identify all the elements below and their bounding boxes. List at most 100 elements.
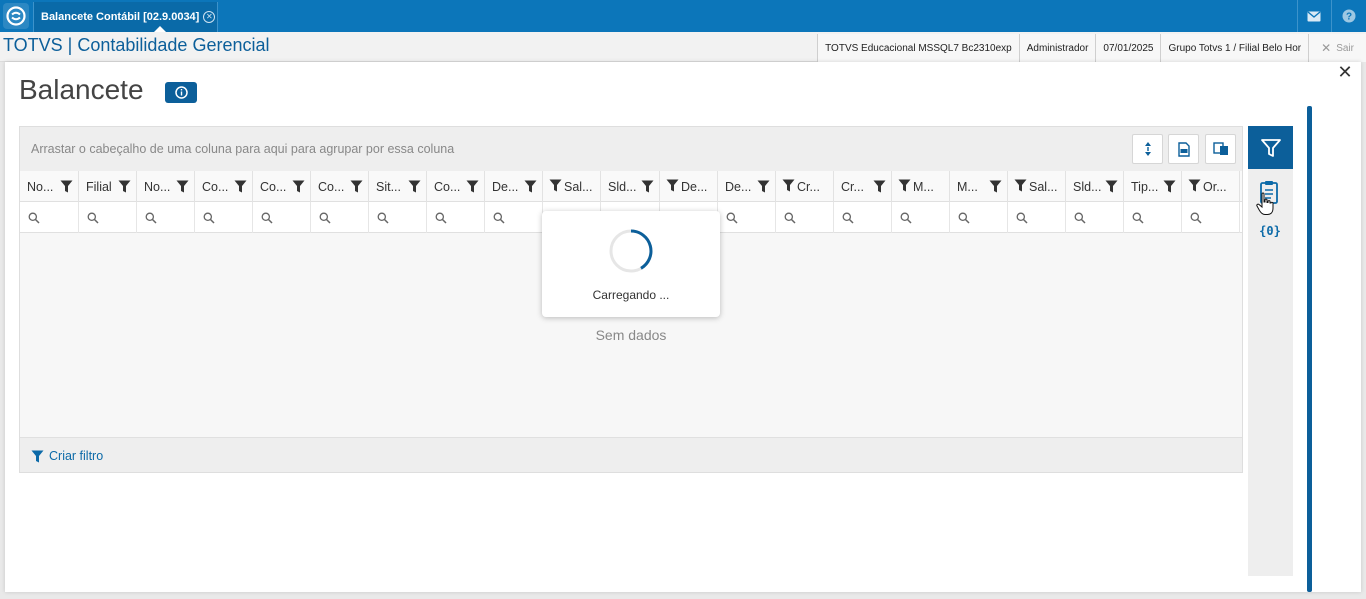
column-header[interactable]: Filial	[79, 171, 137, 202]
expand-rows-button[interactable]	[1132, 134, 1163, 164]
column-header[interactable]: Co...	[311, 171, 369, 202]
column-search-cell[interactable]	[1066, 202, 1124, 233]
column-header[interactable]: Sal...	[543, 171, 601, 202]
column-header-label: Sit...	[376, 179, 402, 194]
column-filter-icon[interactable]	[524, 180, 537, 196]
date-label[interactable]: 07/01/2025	[1095, 34, 1161, 62]
column-header[interactable]: No...	[20, 171, 79, 202]
create-filter-link[interactable]: Criar filtro	[31, 449, 103, 463]
column-header-label: No...	[27, 179, 54, 194]
filter-icon	[1260, 138, 1281, 157]
side-filter-button[interactable]	[1248, 126, 1293, 169]
column-header[interactable]: Sal...	[1008, 171, 1066, 202]
column-filter-icon[interactable]	[549, 179, 562, 195]
column-filter-icon[interactable]	[782, 179, 795, 195]
column-filter-icon[interactable]	[408, 180, 421, 196]
column-header-label: No...	[144, 179, 171, 194]
column-header[interactable]: M...	[892, 171, 950, 202]
column-search-cell[interactable]	[427, 202, 485, 233]
column-search-cell[interactable]	[1008, 202, 1066, 233]
export-button[interactable]	[1168, 134, 1199, 164]
column-search-cell[interactable]	[718, 202, 776, 233]
column-filter-icon[interactable]	[466, 180, 479, 196]
database-label[interactable]: TOTVS Educacional MSSQL7 Bc2310exp	[817, 34, 1019, 62]
tab-close-icon[interactable]: ✕	[203, 11, 216, 23]
column-header-label: Or...	[1203, 179, 1227, 194]
column-search-cell[interactable]	[1182, 202, 1240, 233]
column-filter-icon[interactable]	[1188, 179, 1201, 195]
column-filter-icon[interactable]	[118, 180, 131, 196]
loading-text: Carregando ...	[592, 288, 670, 302]
column-filter-icon[interactable]	[873, 180, 886, 196]
grid-footer: Criar filtro	[20, 437, 1242, 472]
empty-message: Sem dados	[595, 327, 667, 343]
info-icon	[174, 86, 188, 99]
column-filter-icon[interactable]	[1163, 180, 1176, 196]
user-label[interactable]: Administrador	[1018, 34, 1096, 62]
column-header[interactable]: Cr...	[776, 171, 834, 202]
column-filter-icon[interactable]	[292, 180, 305, 196]
variables-button[interactable]: {0}	[1259, 224, 1281, 238]
help-button[interactable]: ?	[1331, 0, 1366, 32]
column-header[interactable]: De...	[660, 171, 718, 202]
column-filter-icon[interactable]	[350, 180, 363, 196]
column-search-cell[interactable]	[311, 202, 369, 233]
totvs-logo-icon[interactable]	[3, 3, 29, 29]
column-search-cell[interactable]	[485, 202, 543, 233]
column-header[interactable]: Tip...	[1124, 171, 1182, 202]
column-header[interactable]: Co...	[253, 171, 311, 202]
column-search-cell[interactable]	[776, 202, 834, 233]
column-filter-icon[interactable]	[1014, 179, 1027, 195]
column-header[interactable]: Co...	[427, 171, 485, 202]
close-icon: ✕	[1321, 41, 1332, 55]
column-filter-icon[interactable]	[234, 180, 247, 196]
column-header[interactable]: Or...	[1182, 171, 1240, 202]
column-chooser-button[interactable]	[1205, 134, 1236, 164]
svg-text:?: ?	[1346, 12, 1352, 23]
column-filter-icon[interactable]	[1105, 180, 1118, 196]
tab-balancete[interactable]: Balancete Contábil [02.9.0034] ✕	[33, 2, 218, 32]
column-search-cell[interactable]	[892, 202, 950, 233]
group-panel[interactable]: Arrastar o cabeçalho de uma coluna para …	[20, 127, 1242, 171]
session-info: TOTVS Educacional MSSQL7 Bc2310exp Admin…	[817, 34, 1366, 62]
column-header-label: Sld...	[608, 179, 637, 194]
column-header[interactable]: Sld...	[1066, 171, 1124, 202]
info-button[interactable]	[165, 82, 197, 103]
exit-button[interactable]: ✕ Sair	[1308, 34, 1366, 62]
column-header-label: M...	[913, 179, 934, 194]
column-filter-icon[interactable]	[176, 180, 189, 196]
tab-label: Balancete Contábil [02.9.0034]	[41, 11, 200, 23]
vertical-scrollbar[interactable]	[1307, 106, 1312, 592]
column-search-cell[interactable]	[253, 202, 311, 233]
column-search-cell[interactable]	[137, 202, 195, 233]
company-label[interactable]: Grupo Totvs 1 / Filial Belo Hor	[1160, 34, 1309, 62]
column-header[interactable]: De...	[718, 171, 776, 202]
column-header[interactable]: Sld...	[601, 171, 660, 202]
column-header[interactable]: De...	[485, 171, 543, 202]
column-search-cell[interactable]	[1124, 202, 1182, 233]
column-header-label: M...	[957, 179, 978, 194]
column-filter-icon[interactable]	[641, 180, 654, 196]
column-filter-icon[interactable]	[898, 179, 911, 195]
export-file-icon	[1177, 141, 1190, 157]
mail-icon	[1307, 10, 1320, 21]
column-header[interactable]: M...	[950, 171, 1008, 202]
column-filter-icon[interactable]	[60, 180, 73, 196]
column-filter-icon[interactable]	[989, 180, 1002, 196]
mail-button[interactable]	[1297, 0, 1329, 32]
column-search-cell[interactable]	[950, 202, 1008, 233]
column-header[interactable]: Sit...	[369, 171, 427, 202]
column-filter-icon[interactable]	[757, 180, 770, 196]
column-header-label: De...	[725, 179, 752, 194]
panel-close-icon[interactable]: ✕	[1337, 63, 1353, 81]
column-search-cell[interactable]	[79, 202, 137, 233]
column-header[interactable]: Cr...	[834, 171, 892, 202]
column-header[interactable]: No...	[137, 171, 195, 202]
column-header[interactable]: Co...	[195, 171, 253, 202]
column-search-cell[interactable]	[195, 202, 253, 233]
column-filter-icon[interactable]	[666, 179, 679, 195]
column-search-cell[interactable]	[369, 202, 427, 233]
column-search-cell[interactable]	[20, 202, 79, 233]
column-search-cell[interactable]	[834, 202, 892, 233]
hand-cursor-icon	[1256, 192, 1274, 221]
